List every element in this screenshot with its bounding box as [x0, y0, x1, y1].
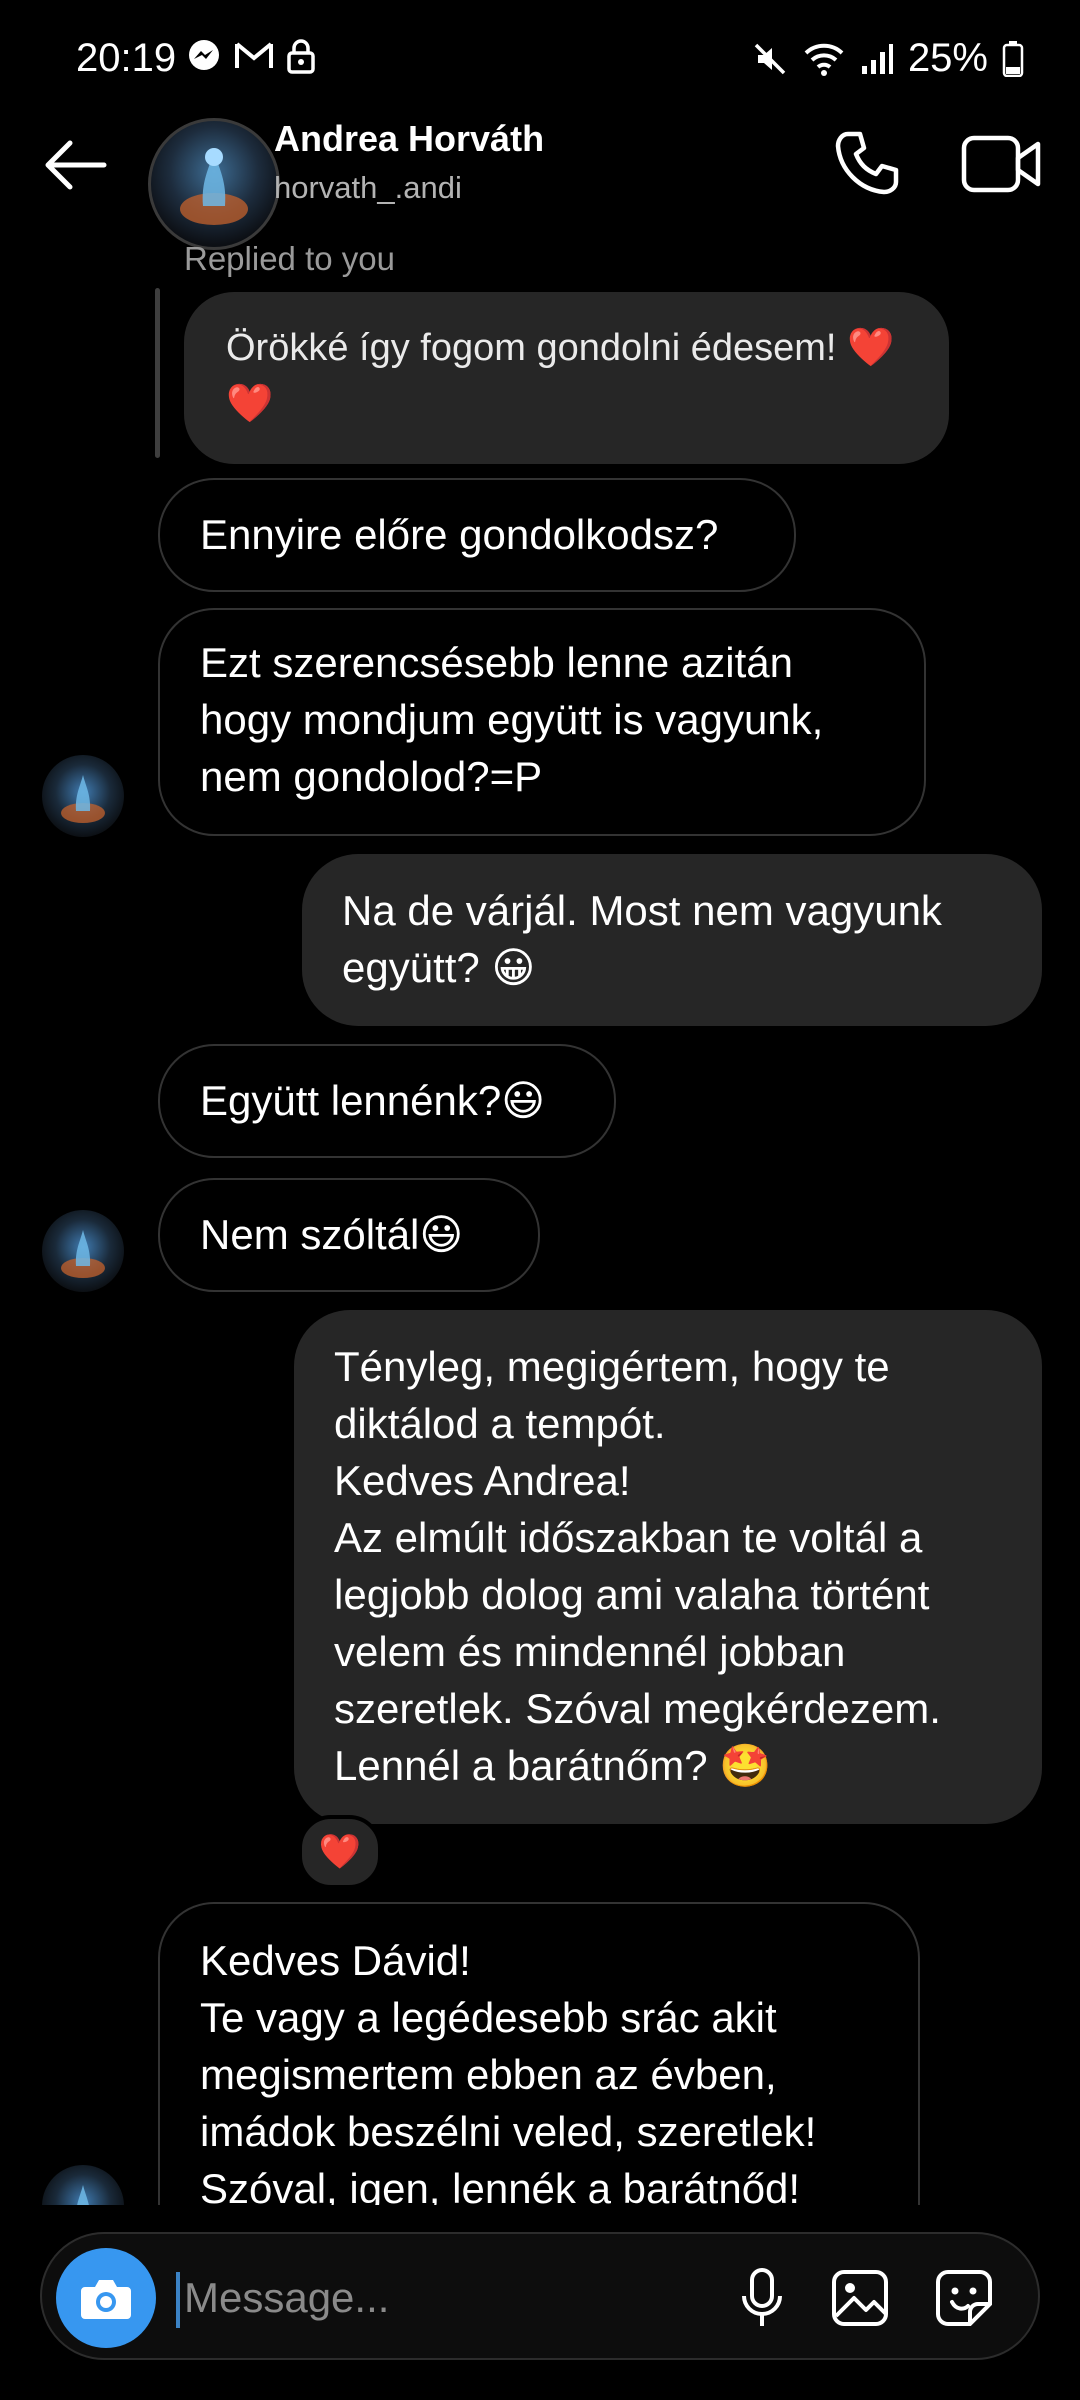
- camera-button[interactable]: [56, 2248, 156, 2348]
- status-bar: 20:19 25%: [0, 0, 1080, 120]
- avatar-image: [180, 148, 248, 225]
- message-bubble-incoming[interactable]: Ennyire előre gondolkodsz?: [158, 478, 796, 592]
- phone-call-icon[interactable]: [832, 128, 902, 198]
- battery-percent: 25%: [907, 36, 988, 80]
- text-caret: [176, 2272, 180, 2328]
- message-composer: [40, 2232, 1040, 2360]
- gmail-icon: [235, 42, 273, 68]
- status-time: 20:19: [76, 36, 177, 80]
- signal-icon: [861, 43, 893, 74]
- mute-icon: [754, 43, 786, 74]
- quoted-message[interactable]: Örökké így fogom gondolni édesem! ❤️❤️: [184, 292, 949, 464]
- quoted-message-text: Örökké így fogom gondolni édesem! ❤️❤️: [226, 327, 895, 425]
- sender-avatar[interactable]: [42, 1210, 124, 1292]
- reply-label: Replied to you: [184, 240, 395, 277]
- video-call-icon[interactable]: [960, 130, 1044, 198]
- message-bubble-incoming[interactable]: Együtt lennénk?😃: [158, 1044, 616, 1158]
- message-text: Na de várjál. Most nem vagyunk együtt? 😀: [342, 887, 942, 991]
- reply-divider: [155, 288, 160, 458]
- message-text: Nem szóltál😃: [200, 1211, 464, 1258]
- sender-avatar[interactable]: [42, 2165, 124, 2205]
- camera-icon: [81, 2280, 131, 2319]
- message-text: Tényleg, megigértem, hogy te diktálod a …: [334, 1343, 941, 1789]
- status-right: 25%: [752, 36, 1024, 81]
- message-bubble-incoming[interactable]: Nem szóltál😃: [158, 1178, 540, 1292]
- notification-icons: [186, 38, 316, 74]
- message-text: Együtt lennénk?😃: [200, 1077, 546, 1124]
- lock-icon: [287, 39, 315, 74]
- message-bubble-outgoing[interactable]: Tényleg, megigértem, hogy te diktálod a …: [294, 1310, 1042, 1824]
- message-bubble-incoming[interactable]: Kedves Dávid! Te vagy a legédesebb srác …: [158, 1902, 920, 2205]
- wifi-icon: [804, 43, 844, 76]
- message-text: Kedves Dávid! Te vagy a legédesebb srác …: [200, 1937, 817, 2205]
- message-bubble-incoming[interactable]: Ezt szerencsésebb lenne azitán hogy mond…: [158, 608, 926, 836]
- message-input[interactable]: [182, 2262, 626, 2334]
- messenger-icon: [189, 40, 219, 70]
- heart-reaction[interactable]: ❤️: [298, 1815, 382, 1889]
- sender-avatar[interactable]: [42, 755, 124, 837]
- message-text: Ennyire előre gondolkodsz?: [200, 511, 719, 558]
- gallery-icon[interactable]: [828, 2266, 892, 2330]
- avatar-image: [61, 775, 105, 823]
- message-text: Ezt szerencsésebb lenne azitán hogy mond…: [200, 639, 824, 800]
- microphone-icon[interactable]: [730, 2266, 794, 2330]
- message-bubble-outgoing[interactable]: Na de várjál. Most nem vagyunk együtt? 😀: [302, 854, 1042, 1026]
- battery-icon: [1002, 40, 1024, 77]
- back-arrow-icon[interactable]: [40, 130, 110, 200]
- contact-name[interactable]: Andrea Horváth: [274, 118, 544, 160]
- contact-handle[interactable]: horvath_.andi: [274, 170, 462, 206]
- avatar-image: [77, 2185, 89, 2205]
- avatar-image: [61, 1230, 105, 1278]
- sticker-icon[interactable]: [932, 2266, 996, 2330]
- message-thread: Replied to you Örökké így fogom gondolni…: [0, 230, 1080, 2205]
